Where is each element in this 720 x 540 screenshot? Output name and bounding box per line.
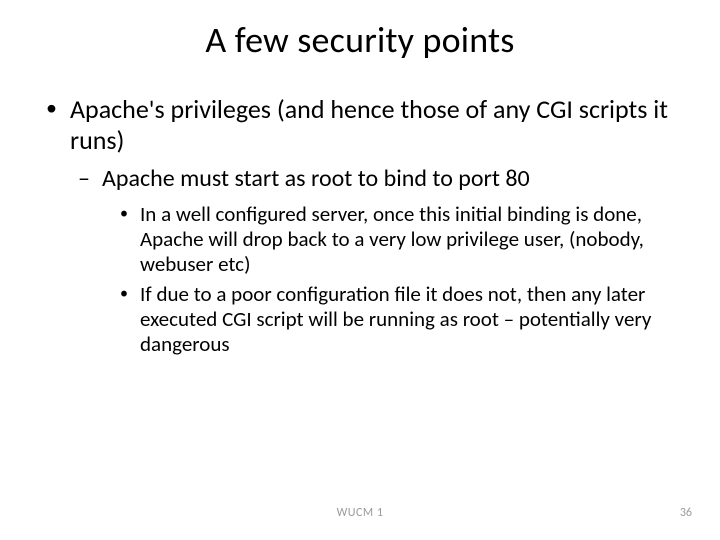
slide: A few security points Apache's privilege… [0,0,720,540]
slide-body: Apache's privileges (and hence those of … [0,70,720,357]
footer-text: WUCM 1 [0,506,720,520]
bullet-text: If due to a poor configuration file it d… [140,281,651,357]
bullet-text: In a well configured server, once this i… [140,201,644,277]
bullet-text: Apache must start as root to bind to por… [102,164,530,193]
list-item: Apache must start as root to bind to por… [78,165,676,356]
bullet-list-level-3: In a well configured server, once this i… [102,202,676,357]
list-item: Apache's privileges (and hence those of … [44,94,676,357]
list-item: In a well configured server, once this i… [120,202,676,276]
bullet-list-level-1: Apache's privileges (and hence those of … [44,94,676,357]
page-number: 36 [680,506,692,520]
bullet-list-level-2: Apache must start as root to bind to por… [70,165,676,356]
slide-title: A few security points [0,0,720,70]
list-item: If due to a poor configuration file it d… [120,282,676,356]
bullet-text: Apache's privileges (and hence those of … [70,93,668,156]
